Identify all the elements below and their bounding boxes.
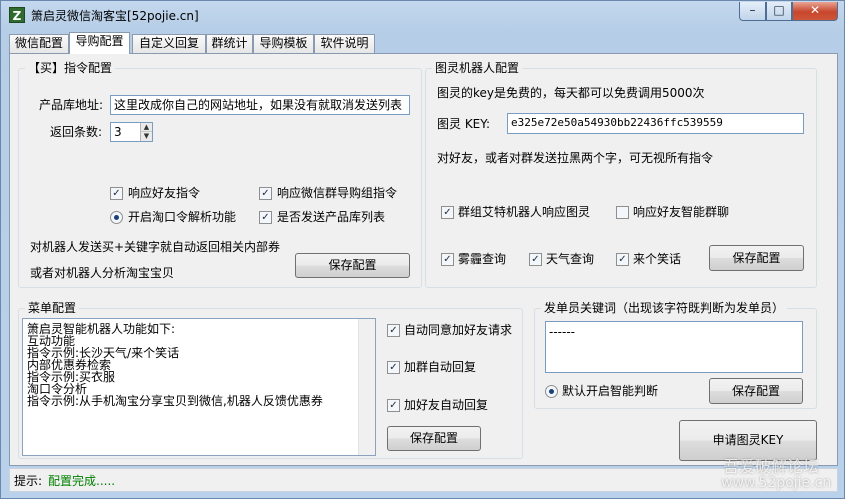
menu-scrollbar[interactable] [358, 319, 375, 455]
return-count-label: 返回条数: [50, 125, 103, 139]
watermark-title: 吾爱破解论坛 [723, 457, 820, 476]
buy-hint-2: 或者对机器人分析淘宝宝贝 [30, 266, 175, 280]
respond-group-checkbox[interactable]: ✓ [259, 187, 272, 200]
menu-line: 指令示例:从手机淘宝分享宝贝到微信,机器人反馈优惠券 [27, 394, 323, 408]
weather-query-checkbox[interactable]: ✓ [529, 253, 542, 266]
stepper-up-icon[interactable]: ▲ [140, 123, 152, 132]
menu-line: 箫启灵智能机器人功能如下: [27, 322, 176, 336]
watermark-url: www.52pojie.cn [721, 475, 832, 491]
group-at-tuling-checkbox[interactable]: ✓ [441, 206, 454, 219]
tuling-info: 图灵的key是免费的，每天都可以免费调用5000次 [437, 86, 705, 100]
return-count-value: 3 [114, 125, 122, 139]
respond-friend-checkbox[interactable]: ✓ [110, 187, 123, 200]
tab-software-info[interactable]: 软件说明 [314, 34, 375, 53]
tuling-group: 图灵机器人配置 图灵的key是免费的，每天都可以免费调用5000次 图灵 KEY… [425, 60, 817, 288]
tab-group-stats[interactable]: 群统计 [206, 34, 253, 53]
respond-group-label: 响应微信群导购组指令 [277, 186, 398, 200]
tab-wechat-config[interactable]: 微信配置 [9, 34, 69, 53]
status-label: 提示: [14, 474, 43, 488]
maximize-button[interactable]: □ [766, 2, 792, 21]
tab-custom-reply[interactable]: 自定义回复 [132, 34, 206, 53]
friend-auto-reply-label: 加好友自动回复 [404, 398, 489, 412]
sender-group: 发单员关键词（出现该字符既判断为发单员） ------ 默认开启智能判断 保存配… [534, 300, 817, 409]
tab-shopping-template[interactable]: 导购模板 [253, 34, 314, 53]
auto-accept-friend-checkbox[interactable]: ✓ [387, 324, 400, 337]
menu-group: 菜单配置 箫启灵智能机器人功能如下: 互动功能 指令示例:长沙天气/来个笑话 内… [18, 300, 523, 459]
app-icon: Z [9, 7, 25, 23]
close-button[interactable]: ✕ [792, 2, 838, 21]
smog-query-label: 雾霾查询 [458, 252, 507, 266]
buy-command-group-title: 【买】指令配置 [25, 60, 116, 76]
send-product-list-label: 是否发送产品库列表 [277, 210, 386, 224]
tuling-key-input[interactable]: e325e72e50a54930bb22436ffc539559 [507, 113, 804, 134]
minimize-button[interactable]: – [739, 2, 766, 21]
group-auto-reply-checkbox[interactable]: ✓ [387, 361, 400, 374]
buy-save-button[interactable]: 保存配置 [295, 253, 410, 278]
friend-smart-chat-label: 响应好友智能群聊 [633, 205, 730, 219]
tuling-group-title: 图灵机器人配置 [432, 60, 523, 76]
group-at-tuling-label: 群组艾特机器人响应图灵 [458, 205, 591, 219]
smart-judge-radio[interactable] [545, 385, 558, 398]
stepper-down-icon[interactable]: ▼ [140, 132, 152, 141]
tab-content: 【买】指令配置 产品库地址: 这里改成你自己的网站地址，如果没有就取消发送列表 … [9, 53, 838, 466]
product-url-label: 产品库地址: [39, 98, 104, 112]
return-count-stepper[interactable]: 3 ▲ ▼ [110, 122, 153, 142]
blacklist-hint: 对好友，或者对群发送拉黑两个字，可无视所有指令 [437, 151, 714, 165]
respond-friend-label: 响应好友指令 [128, 186, 201, 200]
joke-label: 来个笑话 [633, 252, 682, 266]
title-bar[interactable]: Z 箫启灵微信淘客宝[52pojie.cn] – □ ✕ [1, 1, 844, 31]
smart-judge-label: 默认开启智能判断 [562, 384, 659, 398]
send-product-list-checkbox[interactable]: ✓ [259, 211, 272, 224]
tuling-save-button[interactable]: 保存配置 [709, 245, 804, 271]
app-window: Z 箫启灵微信淘客宝[52pojie.cn] – □ ✕ 微信配置 导购配置 自… [0, 0, 845, 499]
radio-dot-icon [114, 215, 119, 220]
joke-checkbox[interactable]: ✓ [616, 253, 629, 266]
window-title: 箫启灵微信淘客宝[52pojie.cn] [31, 9, 199, 23]
tab-shopping-config[interactable]: 导购配置 [69, 32, 130, 54]
smog-query-checkbox[interactable]: ✓ [441, 253, 454, 266]
status-message: 配置完成..... [48, 474, 116, 488]
group-auto-reply-label: 加群自动回复 [404, 360, 477, 374]
status-bar: 提示: 配置完成..... [9, 468, 838, 492]
sender-group-title: 发单员关键词（出现该字符既判断为发单员） [541, 300, 788, 316]
friend-smart-chat-checkbox[interactable] [616, 206, 629, 219]
tuling-key-label: 图灵 KEY: [437, 117, 491, 131]
auto-accept-friend-label: 自动同意加好友请求 [404, 323, 513, 337]
taokouling-label: 开启淘口令解析功能 [128, 210, 237, 224]
menu-text-area[interactable]: 箫启灵智能机器人功能如下: 互动功能 指令示例:长沙天气/来个笑话 内部优惠券检… [22, 318, 376, 456]
product-url-input[interactable]: 这里改成你自己的网站地址，如果没有就取消发送列表 [110, 95, 410, 115]
menu-save-button[interactable]: 保存配置 [387, 426, 481, 451]
buy-command-group: 【买】指令配置 产品库地址: 这里改成你自己的网站地址，如果没有就取消发送列表 … [18, 60, 422, 288]
taokouling-radio[interactable] [110, 211, 123, 224]
sender-save-button[interactable]: 保存配置 [709, 378, 803, 404]
weather-query-label: 天气查询 [546, 252, 595, 266]
friend-auto-reply-checkbox[interactable]: ✓ [387, 399, 400, 412]
buy-hint-1: 对机器人发送买+关键字就自动返回相关内部券 [30, 240, 281, 254]
radio-dot-icon [549, 389, 554, 394]
sender-keyword-input[interactable]: ------ [545, 321, 803, 373]
menu-group-title: 菜单配置 [25, 300, 80, 316]
